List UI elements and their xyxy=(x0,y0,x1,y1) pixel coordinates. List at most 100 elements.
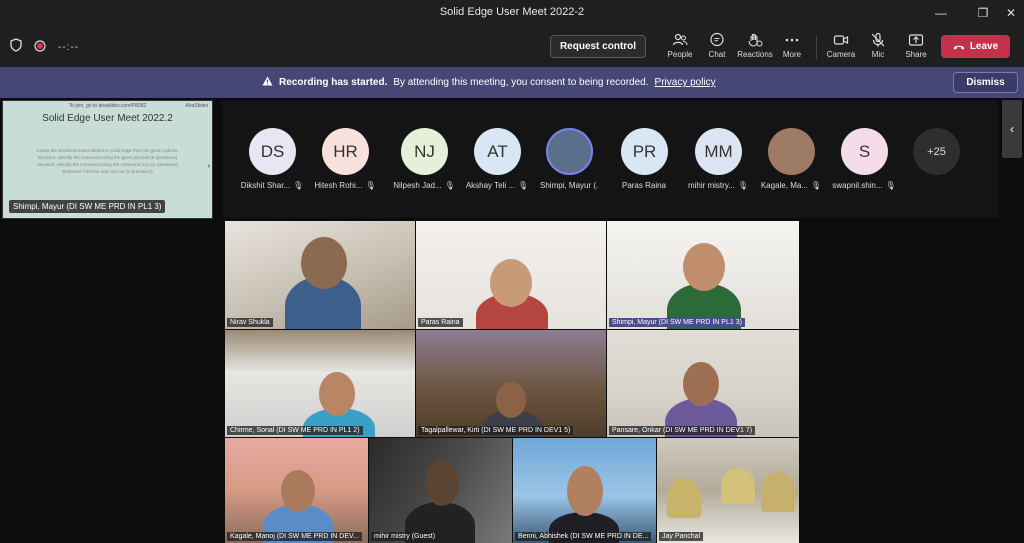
camera-button[interactable]: Camera xyxy=(823,32,859,64)
video-name-label: Pansare, Onkar (DI SW ME PRD IN DEV1 7) xyxy=(609,426,756,435)
participant-head xyxy=(490,259,532,307)
participant-name: Hitesh Rohi... xyxy=(314,181,363,190)
leave-button[interactable]: Leave xyxy=(941,35,1010,58)
meeting-status: --:-- xyxy=(10,38,79,57)
dismiss-button[interactable]: Dismiss xyxy=(953,72,1018,93)
video-tile[interactable]: Nirav Shukla xyxy=(225,221,415,329)
title-bar: Solid Edge User Meet 2022-2 — ❐ ✕ xyxy=(0,0,1024,26)
participant-name: swapnil.shin... xyxy=(832,181,883,190)
roster-participant[interactable]: Shimpi, Mayur (... xyxy=(533,128,605,198)
participant-head xyxy=(425,460,459,506)
presenter-label: Shimpi, Mayur (DI SW ME PRD IN PL1 3) xyxy=(9,200,166,213)
roster-participant[interactable]: PR Paras Raina xyxy=(608,128,680,198)
people-button[interactable]: People xyxy=(662,32,698,64)
roster-participant[interactable]: MM mihir mistry... 🎙 xyxy=(682,128,754,198)
video-tile[interactable]: Shimpi, Mayur (DI SW ME PRD IN PL1 3) xyxy=(607,221,799,329)
participant-name: Akshay Teli ... xyxy=(465,181,516,190)
video-tile[interactable]: Chirme, Sonal (DI SW ME PRD IN PL1 2) xyxy=(225,330,415,437)
avatar: MM xyxy=(695,128,742,175)
participant-label: Dikshit Shar... 🎙 xyxy=(230,181,314,190)
participant-video xyxy=(667,478,701,518)
participant-video xyxy=(721,468,755,504)
avatar: PR xyxy=(621,128,668,175)
request-control-button[interactable]: Request control xyxy=(550,35,646,58)
share-brand: AhaSlides xyxy=(185,103,208,109)
participant-name: Nilpesh Jad... xyxy=(393,181,442,190)
chat-button[interactable]: Chat xyxy=(699,32,735,64)
participant-head xyxy=(683,243,725,291)
window-title: Solid Edge User Meet 2022-2 xyxy=(439,6,585,18)
recording-icon xyxy=(34,39,46,57)
share-join-text: To join, go to ahaslides.com/P8082 xyxy=(68,103,147,109)
minimize-button[interactable]: — xyxy=(926,0,956,26)
video-grid: Nirav Shukla Paras Raina Shimpi, Mayur (… xyxy=(225,221,799,543)
video-name-label: Tagalpallewar, Kirti (DI SW ME PRD IN DE… xyxy=(418,426,574,435)
participant-name: Shimpi, Mayur (... xyxy=(540,181,598,190)
avatar: NJ xyxy=(401,128,448,175)
roster-participant[interactable]: Kagale, Ma... 🎙 xyxy=(755,128,827,198)
recording-message: Recording has started. By attending this… xyxy=(262,76,716,89)
share-label: Share xyxy=(905,50,927,59)
shared-screen-thumbnail[interactable]: To join, go to ahaslides.com/P8082 AhaSl… xyxy=(2,100,213,219)
roster-participant[interactable]: DS Dikshit Shar... 🎙 xyxy=(236,128,308,198)
participant-label: Shimpi, Mayur (... xyxy=(527,181,611,190)
video-name-label: Paras Raina xyxy=(418,318,463,327)
participant-video xyxy=(761,472,795,512)
chevron-left-icon[interactable]: ‹ xyxy=(1002,100,1022,158)
roster-participant[interactable]: AT Akshay Teli ... 🎙 xyxy=(461,128,533,198)
mic-off-icon: 🎙 xyxy=(810,181,822,190)
share-button[interactable]: Share xyxy=(898,32,934,64)
more-label: More xyxy=(782,50,802,59)
video-tile[interactable]: Pansare, Onkar (DI SW ME PRD IN DEV1 7) xyxy=(607,330,799,437)
avatar: HR xyxy=(322,128,369,175)
chat-label: Chat xyxy=(708,50,726,59)
mic-off-icon: 🎙 xyxy=(737,181,749,190)
avatar-photo xyxy=(546,128,593,175)
reactions-button[interactable]: Reactions xyxy=(737,32,773,64)
recording-title: Recording has started. xyxy=(279,77,388,88)
close-window-button[interactable]: ✕ xyxy=(996,0,1024,26)
mic-off-icon: 🎙 xyxy=(365,181,376,190)
chevron-right-icon: › xyxy=(207,161,210,170)
leave-label: Leave xyxy=(969,41,999,52)
roster-participant[interactable]: HR Hitesh Rohi... 🎙 xyxy=(309,128,381,198)
participant-head xyxy=(683,362,719,406)
participant-label: Paras Raina xyxy=(602,181,686,190)
chat-icon xyxy=(710,32,724,47)
roster-participant[interactable]: NJ Nilpesh Jad... 🎙 xyxy=(388,128,460,198)
participant-name: Kagale, Ma... xyxy=(760,181,808,190)
participant-roster: DS Dikshit Shar... 🎙 HR Hitesh Rohi... 🎙 N… xyxy=(222,100,998,218)
video-tile[interactable]: Paras Raina xyxy=(416,221,606,329)
video-tile[interactable]: Benni, Abhishek (DI SW ME PRD IN DE... xyxy=(513,438,656,543)
avatar: DS xyxy=(249,128,296,175)
more-button[interactable]: More xyxy=(774,32,810,64)
share-icon xyxy=(908,34,924,46)
avatar-photo xyxy=(768,128,815,175)
video-name-label: Chirme, Sonal (DI SW ME PRD IN PL1 2) xyxy=(227,426,363,435)
mic-off-icon: 🎙 xyxy=(444,181,455,190)
recording-banner: Recording has started. By attending this… xyxy=(0,67,1024,98)
video-tile[interactable]: mihir mistry (Guest) xyxy=(369,438,512,543)
warning-icon xyxy=(262,76,273,89)
reactions-icon xyxy=(748,33,763,47)
meeting-timer: --:-- xyxy=(58,42,80,53)
participant-label: Hitesh Rohi... 🎙 xyxy=(303,181,387,190)
toolbar-divider xyxy=(816,35,817,59)
video-tile[interactable]: Kagale, Manoj (DI SW ME PRD IN DEV... xyxy=(225,438,368,543)
privacy-policy-link[interactable]: Privacy policy xyxy=(655,77,716,88)
mic-button[interactable]: Mic xyxy=(860,32,896,64)
participant-name: Dikshit Shar... xyxy=(240,181,291,190)
video-tile[interactable]: Tagalpallewar, Kirti (DI SW ME PRD IN DE… xyxy=(416,330,606,437)
participant-head xyxy=(567,466,603,516)
reactions-label: Reactions xyxy=(737,50,773,59)
video-name-label: Jay Panchal xyxy=(659,532,704,541)
roster-participant[interactable]: S swapnil.shin... 🎙 xyxy=(828,128,900,198)
camera-label: Camera xyxy=(826,50,856,59)
share-body: Guess the word/command related to Solid … xyxy=(36,148,179,174)
mic-off-icon xyxy=(871,32,885,47)
more-participants-button[interactable]: +25 xyxy=(913,128,960,175)
maximize-button[interactable]: ❐ xyxy=(968,0,998,26)
video-tile[interactable]: Jay Panchal xyxy=(657,438,799,543)
avatar: AT xyxy=(474,128,521,175)
avatar: S xyxy=(841,128,888,175)
